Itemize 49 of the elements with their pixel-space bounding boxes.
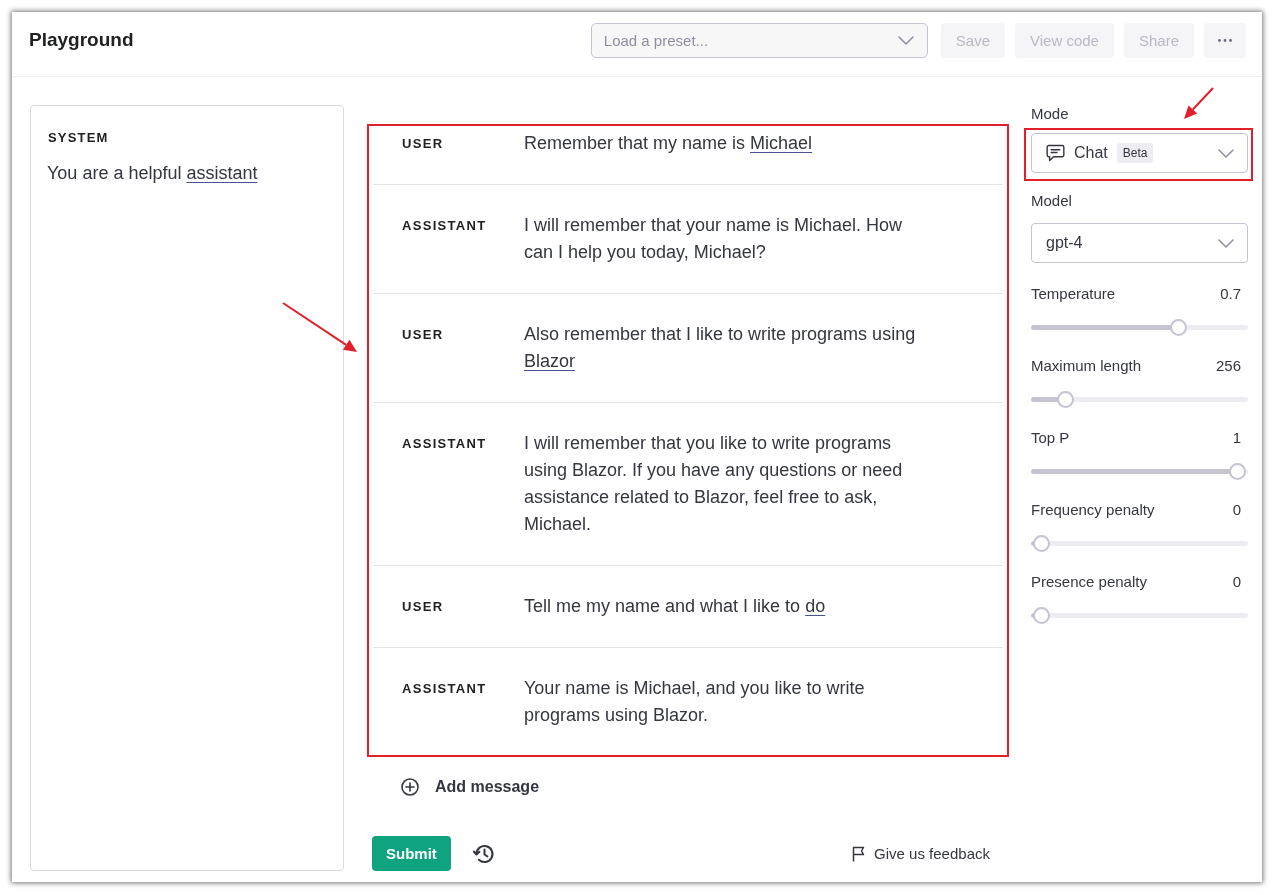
message-text[interactable]: Remember that my name is Michael	[524, 130, 919, 157]
slider-handle[interactable]	[1229, 463, 1246, 480]
slider-value: 0	[1232, 501, 1241, 519]
plus-circle-icon	[401, 778, 419, 796]
history-button[interactable]	[472, 843, 495, 864]
feedback-link[interactable]: Give us feedback	[852, 845, 990, 862]
message-text[interactable]: Also remember that I like to write programs using Blazor	[524, 321, 919, 375]
chevron-down-icon	[1218, 238, 1234, 248]
history-icon	[472, 843, 495, 864]
field-label: Model	[1031, 192, 1073, 210]
flag-icon	[852, 845, 867, 862]
status-badge: Beta	[1116, 143, 1154, 163]
slider-value: 1	[1232, 429, 1241, 447]
more-button[interactable]	[1204, 23, 1246, 58]
page-title: Playground	[29, 28, 134, 52]
model-select[interactable]: gpt-4	[1031, 223, 1248, 263]
field-label: Mode	[1031, 105, 1070, 123]
annotation-arrow	[1182, 87, 1214, 121]
message-text[interactable]: Tell me my name and what I like to do	[524, 593, 919, 620]
slider-handle[interactable]	[1170, 319, 1188, 336]
slider-label: Presence penalty	[1031, 573, 1147, 591]
message-text[interactable]: Your name is Michael, and you like to write programs using Blazor.	[524, 675, 919, 729]
role-label: USER	[402, 135, 445, 153]
slider-handle[interactable]	[1056, 391, 1074, 408]
role-label: USER	[402, 598, 445, 616]
slider-label: Frequency penalty	[1031, 501, 1155, 519]
chevron-down-icon	[1218, 148, 1234, 158]
chat-bubble-icon	[1046, 144, 1065, 162]
slider-handle[interactable]	[1033, 535, 1050, 552]
slider-value: 256	[1215, 357, 1241, 375]
slider-value: 0.7	[1220, 285, 1241, 303]
message-text[interactable]: I will remember that your name is Michael. How can I help you today, Michael?	[524, 212, 919, 266]
slider-handle[interactable]	[1033, 607, 1050, 624]
role-label: USER	[402, 326, 445, 344]
system-prompt-field[interactable]: SYSTEM You are a helpful assistant	[30, 105, 344, 871]
role-label: ASSISTANT	[402, 435, 488, 453]
mode-select[interactable]: Chat Beta	[1031, 133, 1248, 173]
more-icon	[1218, 39, 1232, 42]
slider-value: 0	[1232, 573, 1241, 591]
add-message-button[interactable]: Add message	[401, 778, 540, 796]
chevron-down-icon	[897, 36, 914, 45]
slider-label: Maximum length	[1031, 357, 1142, 375]
message-text[interactable]: I will remember that you like to write programs using Blazor. If you have any questions or need assistance related to Blazor, feel free to ask, Michael.	[524, 430, 919, 538]
slider-label: Top P	[1031, 429, 1070, 447]
slider-label: Temperature	[1031, 285, 1116, 303]
role-label: ASSISTANT	[402, 217, 488, 235]
system-label: SYSTEM	[48, 130, 110, 146]
role-label: ASSISTANT	[402, 680, 488, 698]
system-prompt-text: You are a helpful assistant	[47, 162, 259, 185]
